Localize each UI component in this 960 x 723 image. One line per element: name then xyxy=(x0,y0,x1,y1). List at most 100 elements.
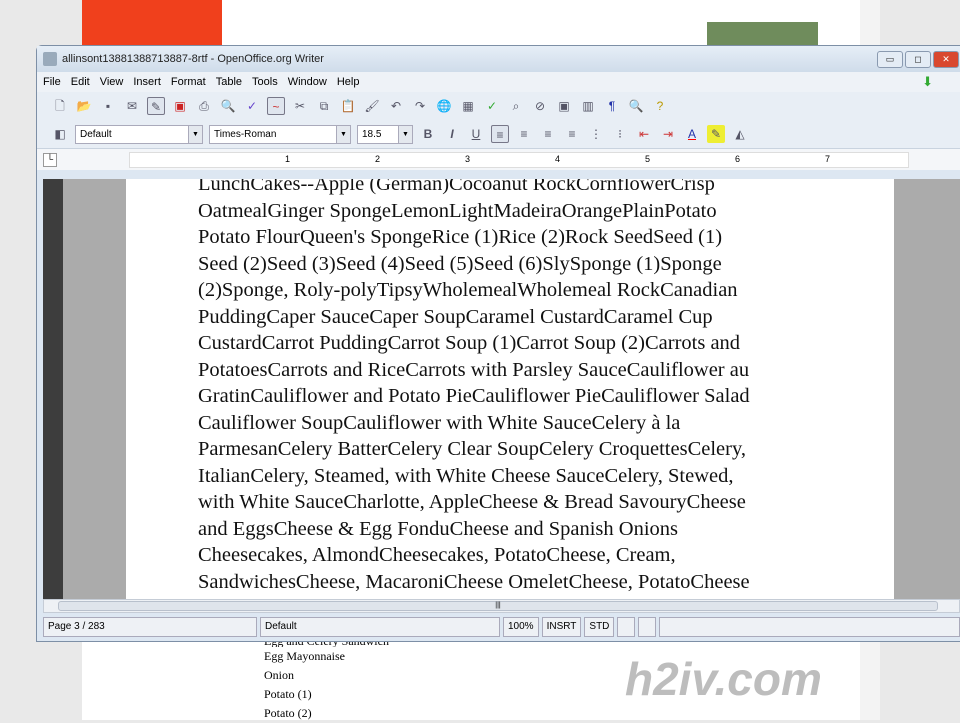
horizontal-scrollbar[interactable]: ||| xyxy=(43,599,960,613)
signature xyxy=(638,617,657,637)
menu-insert[interactable]: Insert xyxy=(133,76,161,88)
redo-icon[interactable]: ↷ xyxy=(411,97,429,115)
edit-mode-icon[interactable]: ✎ xyxy=(147,97,165,115)
text-line: ItalianCelery, Steamed, with White Chees… xyxy=(198,464,734,487)
formatting-marks-icon[interactable]: ¶ xyxy=(603,97,621,115)
ruler-mark: 6 xyxy=(735,154,741,164)
align-center-icon[interactable]: ≡ xyxy=(515,125,533,143)
document-page[interactable]: LunchCakes--Apple (German)Cocoanut RockC… xyxy=(126,179,894,599)
help-icon[interactable]: ? xyxy=(651,97,669,115)
text-line: PuddingCaper SauceCaper SoupCaramel Cust… xyxy=(198,305,713,328)
bold-button[interactable]: B xyxy=(419,125,437,143)
align-right-icon[interactable]: ≡ xyxy=(539,125,557,143)
italic-button[interactable]: I xyxy=(443,125,461,143)
email-icon[interactable]: ✉ xyxy=(123,97,141,115)
navigator-icon[interactable]: ⊘ xyxy=(531,97,549,115)
ruler-mark: 7 xyxy=(825,154,831,164)
copy-icon[interactable]: ⧉ xyxy=(315,97,333,115)
ruler-mark: 3 xyxy=(465,154,471,164)
bullets-icon[interactable]: ⁝ xyxy=(611,125,629,143)
menu-help[interactable]: Help xyxy=(337,76,360,88)
font-size-value: 18.5 xyxy=(362,128,382,140)
maximize-button[interactable]: ◻ xyxy=(905,51,931,68)
hyperlink-icon[interactable]: 🌐 xyxy=(435,97,453,115)
align-left-icon[interactable]: ≡ xyxy=(491,125,509,143)
paste-icon[interactable]: 📋 xyxy=(339,97,357,115)
decrease-indent-icon[interactable]: ⇤ xyxy=(635,125,653,143)
status-info xyxy=(659,617,960,637)
doc-modified xyxy=(617,617,636,637)
font-name-select[interactable]: Times-Roman ▼ xyxy=(209,124,351,144)
menu-window[interactable]: Window xyxy=(288,76,327,88)
app-icon xyxy=(43,52,57,66)
menu-file[interactable]: File xyxy=(43,76,61,88)
cut-icon[interactable]: ✂ xyxy=(291,97,309,115)
gallery-icon[interactable]: ▣ xyxy=(555,97,573,115)
background-red-block xyxy=(82,0,222,48)
new-icon[interactable]: 🗋 xyxy=(51,97,69,115)
font-size-select[interactable]: 18.5 ▼ xyxy=(357,124,413,144)
scrollbar-thumb[interactable]: ||| xyxy=(58,601,938,611)
font-name-value: Times-Roman xyxy=(214,128,277,140)
justify-icon[interactable]: ≡ xyxy=(563,125,581,143)
autospell-icon[interactable]: ~ xyxy=(267,97,285,115)
open-icon[interactable]: 📂 xyxy=(75,97,93,115)
minimize-button[interactable]: ▭ xyxy=(877,51,903,68)
undo-icon[interactable]: ↶ xyxy=(387,97,405,115)
status-bar: Page 3 / 283 Default 100% INSRT STD xyxy=(43,617,960,637)
menu-format[interactable]: Format xyxy=(171,76,206,88)
ruler-mark: 4 xyxy=(555,154,561,164)
pdf-icon[interactable]: ▣ xyxy=(171,97,189,115)
menu-edit[interactable]: Edit xyxy=(71,76,90,88)
watermark: h2iv.com xyxy=(625,653,822,705)
text-line: Cauliflower SoupCauliflower with White S… xyxy=(198,411,681,434)
chevron-down-icon[interactable]: ▼ xyxy=(336,125,350,143)
document-area[interactable]: LunchCakes--Apple (German)Cocoanut RockC… xyxy=(43,179,960,599)
paragraph-style-select[interactable]: Default ▼ xyxy=(75,124,203,144)
text-line: Seed (2)Seed (3)Seed (4)Seed (5)Seed (6)… xyxy=(198,252,722,275)
font-color-icon[interactable]: A xyxy=(683,125,701,143)
close-button[interactable]: ✕ xyxy=(933,51,959,68)
text-line: and EggsCheese & Egg FonduCheese and Spa… xyxy=(198,517,678,540)
insert-mode[interactable]: INSRT xyxy=(541,617,582,637)
update-icon[interactable]: ⬇ xyxy=(922,74,933,90)
spellcheck-icon[interactable]: ✓ xyxy=(243,97,261,115)
menu-view[interactable]: View xyxy=(100,76,124,88)
menu-bar: File Edit View Insert Format Table Tools… xyxy=(37,72,960,92)
document-text[interactable]: LunchCakes--Apple (German)Cocoanut RockC… xyxy=(198,179,828,595)
draw-icon[interactable]: ✓ xyxy=(483,97,501,115)
zoom-level[interactable]: 100% xyxy=(503,617,539,637)
tab-stop-selector[interactable]: └ xyxy=(43,153,57,167)
find-icon[interactable]: ⌕ xyxy=(507,97,525,115)
text-line: PotatoesCarrots and RiceCarrots with Par… xyxy=(198,358,750,381)
save-icon[interactable]: ▪ xyxy=(99,97,117,115)
zoom-icon[interactable]: 🔍 xyxy=(627,97,645,115)
highlight-icon[interactable]: ✎ xyxy=(707,125,725,143)
text-line: LunchCakes--Apple (German)Cocoanut RockC… xyxy=(198,179,715,195)
table-icon[interactable]: ▦ xyxy=(459,97,477,115)
datasources-icon[interactable]: ▥ xyxy=(579,97,597,115)
window-title: allinsont13881388713887-8rtf - OpenOffic… xyxy=(62,53,324,65)
selection-mode[interactable]: STD xyxy=(584,617,615,637)
ruler[interactable]: └ 1 2 3 4 5 6 7 xyxy=(37,148,960,170)
increase-indent-icon[interactable]: ⇥ xyxy=(659,125,677,143)
menu-table[interactable]: Table xyxy=(216,76,242,88)
styles-icon[interactable]: ◧ xyxy=(51,125,69,143)
chevron-down-icon[interactable]: ▼ xyxy=(398,125,412,143)
writer-window: allinsont13881388713887-8rtf - OpenOffic… xyxy=(36,45,960,642)
background-list: Egg and Celery Sandwich Egg Mayonnaise O… xyxy=(245,640,440,720)
underline-button[interactable]: U xyxy=(467,125,485,143)
background-color-icon[interactable]: ◭ xyxy=(731,125,749,143)
chevron-down-icon[interactable]: ▼ xyxy=(188,125,202,143)
ruler-mark: 1 xyxy=(285,154,291,164)
print-preview-icon[interactable]: 🔍 xyxy=(219,97,237,115)
print-icon[interactable]: ⎙ xyxy=(195,97,213,115)
text-line: GratinCauliflower and Potato PieCauliflo… xyxy=(198,385,750,407)
ruler-mark: 2 xyxy=(375,154,381,164)
text-line: SandwichesCheese, MacaroniCheese OmeletC… xyxy=(198,570,750,593)
format-paintbrush-icon[interactable]: 🖌 xyxy=(363,97,381,115)
text-line: OatmealGinger SpongeLemonLightMadeiraOra… xyxy=(198,199,717,222)
text-line: CustardCarrot PuddingCarrot Soup (1)Carr… xyxy=(198,332,741,354)
menu-tools[interactable]: Tools xyxy=(252,76,278,88)
numbering-icon[interactable]: ⋮ xyxy=(587,125,605,143)
